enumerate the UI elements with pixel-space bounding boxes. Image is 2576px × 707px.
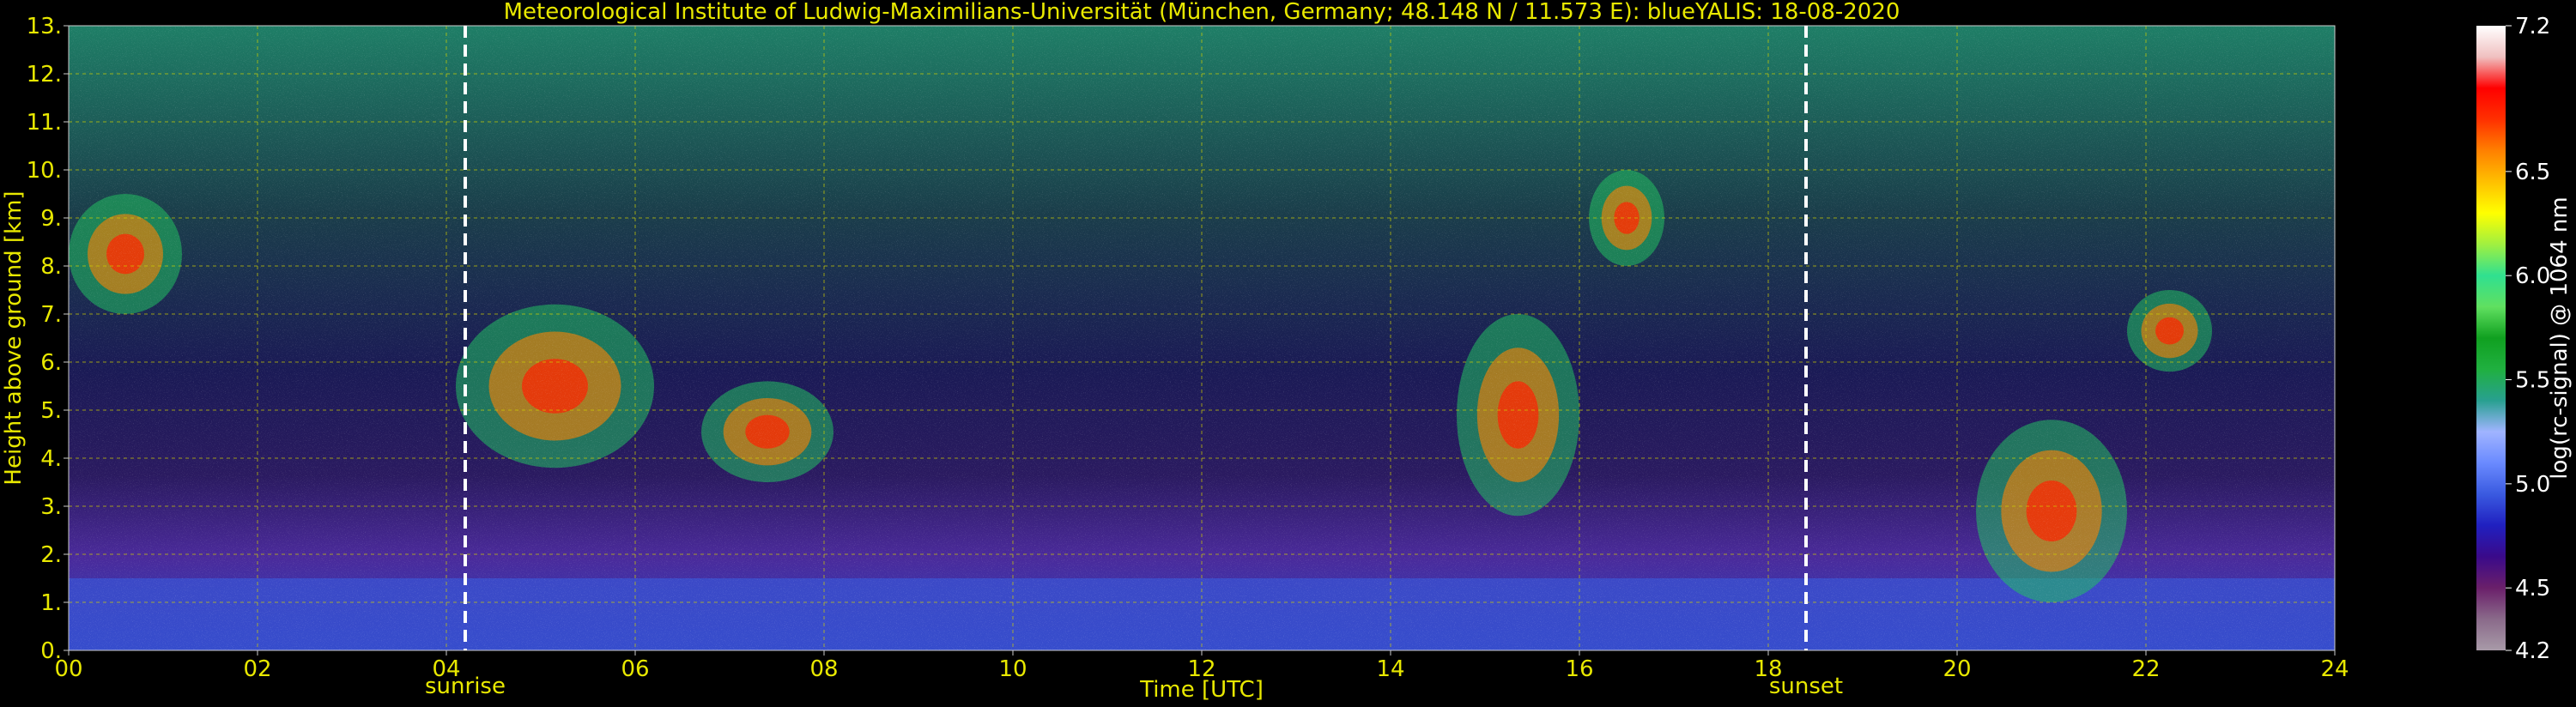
y-tick-label: 1. [40, 590, 62, 616]
colorbar-tick-label: 4.5 [2515, 576, 2550, 601]
x-tick-label: 08 [809, 656, 838, 682]
y-tick-label: 12. [27, 62, 62, 88]
y-tick-label: 2. [40, 542, 62, 568]
colorbar-tick-label: 5.0 [2515, 472, 2550, 498]
colorbar-tick-label: 7.2 [2515, 14, 2550, 39]
x-tick-label: 22 [2131, 656, 2160, 682]
x-tick-label: 24 [2320, 656, 2349, 682]
y-tick-label: 4. [40, 446, 62, 472]
x-tick-label: 10 [998, 656, 1027, 682]
colorbar-tick-label: 4.2 [2515, 638, 2550, 664]
y-tick-label: 6. [40, 350, 62, 376]
lidar-chart: Meteorological Institute of Ludwig-Maxim… [1, 0, 2573, 703]
y-axis-ticks: 0.1.2.3.4.5.6.7.8.9.10.11.12.13. [27, 14, 69, 664]
x-tick-label: 02 [243, 656, 271, 682]
colorbar-tick-label: 6.5 [2515, 160, 2550, 185]
x-tick-label: 16 [1565, 656, 1593, 682]
y-tick-label: 3. [40, 494, 62, 520]
x-tick-label: 14 [1376, 656, 1404, 682]
y-tick-label: 5. [40, 398, 62, 424]
colorbar-label: log(rc-signal) @ 1064 nm [2547, 196, 2573, 479]
x-tick-label: 00 [54, 656, 82, 682]
chart-title: Meteorological Institute of Ludwig-Maxim… [504, 0, 1900, 25]
x-tick-label: 04 [432, 656, 460, 682]
x-tick-label: 20 [1943, 656, 1971, 682]
y-tick-label: 7. [40, 302, 62, 328]
colorbar-bar [2476, 26, 2506, 650]
x-tick-label: 06 [621, 656, 649, 682]
colorbar-ticks: 4.2 4.5 5.0 5.5 6.0 6.5 7.2 [2506, 14, 2550, 664]
y-tick-label: 9. [40, 206, 62, 232]
y-axis-label: Height above ground [km] [1, 190, 27, 485]
plot-area [69, 26, 2335, 650]
colorbar: 4.2 4.5 5.0 5.5 6.0 6.5 7.2 [2476, 14, 2550, 664]
y-tick-label: 13. [27, 14, 62, 39]
y-tick-label: 11. [27, 110, 62, 136]
y-tick-label: 10. [27, 158, 62, 184]
colorbar-tick-label: 5.5 [2515, 368, 2550, 394]
colorbar-tick-label: 6.0 [2515, 263, 2550, 289]
x-tick-label: 18 [1754, 656, 1782, 682]
y-tick-label: 8. [40, 254, 62, 280]
x-axis-label: Time [UTC] [1139, 677, 1264, 703]
